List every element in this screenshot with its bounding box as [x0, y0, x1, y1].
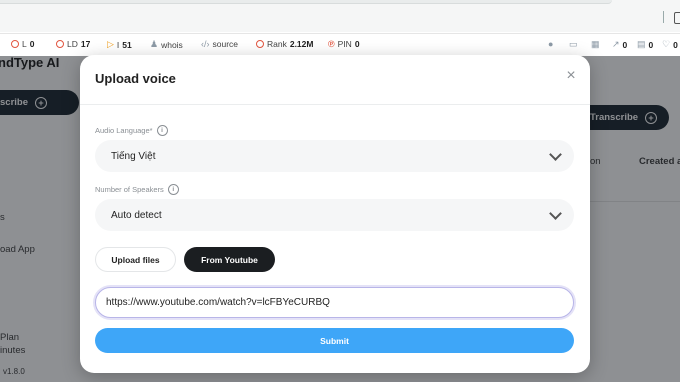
seo-table-count[interactable]: ▤ 0 — [637, 39, 653, 50]
seo-heart-value: 0 — [673, 39, 678, 50]
seo-toolbar: L 0 LD 17 ▷ I 51 ♟ whois ‹/› source Rank 2… — [0, 33, 680, 57]
youtube-url-input[interactable] — [95, 287, 574, 318]
ld-status-icon — [56, 40, 64, 48]
seo-info-icon[interactable]: ● — [548, 39, 553, 49]
seo-source-item[interactable]: ‹/› source — [201, 39, 238, 49]
window-icon[interactable] — [674, 12, 680, 24]
seo-value-rank: 2.12M — [289, 39, 314, 49]
toolbar-divider — [663, 11, 664, 23]
speakers-select[interactable]: Auto detect — [95, 199, 574, 231]
chart-icon: ▦ — [591, 39, 600, 49]
seo-pin-item[interactable]: ℗ PIN 0 — [328, 39, 360, 49]
tab-from-youtube[interactable]: From Youtube — [184, 247, 275, 272]
modal-header-divider — [80, 104, 590, 105]
speakers-label-text: Number of Speakers — [95, 185, 164, 194]
browser-top-bar — [0, 0, 680, 32]
seo-whois-item[interactable]: ♟ whois — [150, 39, 183, 50]
seo-label-rank: Rank — [267, 39, 287, 49]
seo-table-value: 0 — [648, 39, 654, 50]
info-icon[interactable]: i — [167, 184, 179, 195]
seo-label-i: I — [116, 39, 120, 50]
seo-external-count[interactable]: ↗ 0 — [612, 39, 627, 50]
seo-links-item[interactable]: L 0 — [11, 39, 34, 49]
bing-icon: ▷ — [107, 39, 114, 49]
table-icon: ▤ — [637, 39, 646, 49]
audio-language-select[interactable]: Tiếng Việt — [95, 140, 574, 172]
link-status-icon — [11, 40, 19, 48]
audio-language-value: Tiếng Việt — [111, 150, 156, 162]
seo-label-ld: LD — [67, 39, 78, 49]
submit-button[interactable]: Submit — [95, 328, 574, 353]
code-icon: ‹/› — [201, 39, 210, 49]
speakers-label: Number of Speakers i — [95, 184, 179, 195]
info-icon[interactable]: i — [156, 125, 168, 136]
audio-language-label: Audio Language* i — [95, 125, 168, 136]
tab-upload-files[interactable]: Upload files — [95, 247, 176, 272]
rank-icon — [256, 40, 264, 48]
seo-heart-count[interactable]: ♡ 0 — [662, 39, 678, 50]
chevron-down-icon — [549, 206, 562, 220]
seo-screen-icon[interactable]: ▭ — [569, 39, 578, 50]
seo-chart-icon[interactable]: ▦ — [591, 39, 600, 50]
info-circle-icon: ● — [548, 39, 554, 49]
seo-index-item[interactable]: ▷ I 51 — [107, 39, 132, 50]
seo-ld-item[interactable]: LD 17 — [56, 39, 90, 49]
seo-label-l: L — [22, 39, 27, 49]
pinterest-icon: ℗ — [328, 39, 335, 49]
screen-icon: ▭ — [569, 39, 578, 49]
external-link-icon: ↗ — [612, 39, 620, 49]
upload-voice-modal: Upload voice × Audio Language* i Tiếng V… — [80, 55, 590, 373]
seo-rank-item[interactable]: Rank 2.12M — [256, 39, 313, 49]
person-icon: ♟ — [150, 39, 159, 49]
seo-label-pin: PIN — [337, 39, 352, 49]
audio-language-label-text: Audio Language* — [95, 126, 153, 135]
seo-label-whois: whois — [161, 39, 183, 50]
close-icon[interactable]: × — [564, 68, 578, 84]
seo-label-source: source — [212, 39, 239, 49]
seo-value-pin: 0 — [354, 39, 360, 49]
seo-value-l: 0 — [29, 39, 35, 49]
modal-title: Upload voice — [95, 71, 176, 86]
heart-icon: ♡ — [662, 39, 671, 49]
seo-value-ld: 17 — [80, 39, 91, 49]
speakers-value: Auto detect — [111, 209, 162, 221]
chevron-down-icon — [549, 147, 562, 161]
seo-value-i: 51 — [122, 39, 132, 50]
seo-external-value: 0 — [622, 39, 628, 50]
address-bar-edge[interactable] — [0, 0, 612, 4]
